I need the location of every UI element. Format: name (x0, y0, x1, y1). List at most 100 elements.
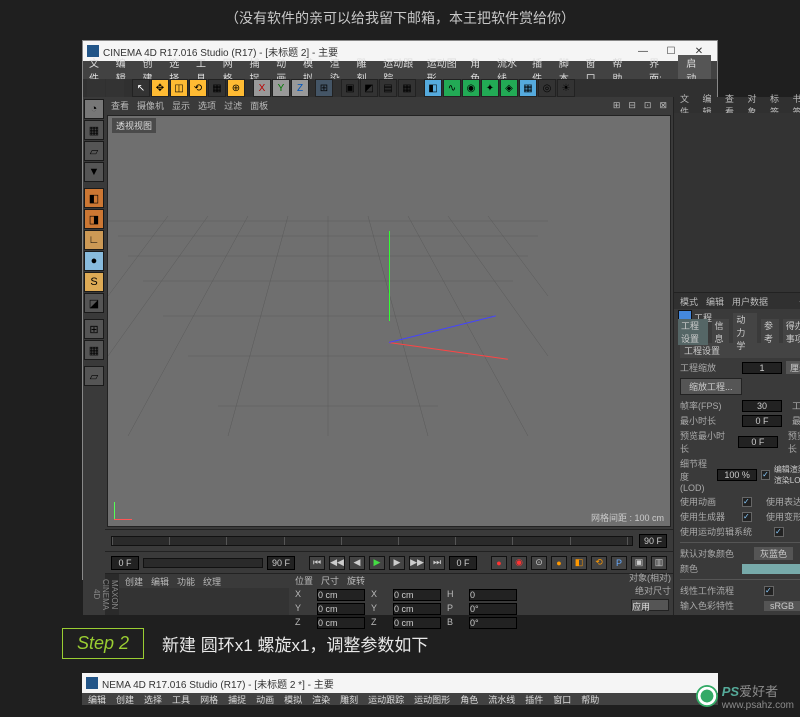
poly-mode[interactable]: ◪ (84, 293, 104, 313)
edge-mode[interactable]: S (84, 272, 104, 292)
key-scale-button[interactable]: ◧ (571, 556, 587, 570)
render-view-button[interactable]: ▣ (341, 79, 359, 97)
record-button[interactable]: ● (491, 556, 507, 570)
axis-mode[interactable]: ∟ (84, 230, 104, 250)
snap-toggle[interactable]: ⊞ (84, 319, 104, 339)
prop-tab[interactable]: 得办事项 (783, 319, 800, 345)
point-mode[interactable]: ● (84, 251, 104, 271)
prevmin-field[interactable] (738, 436, 778, 448)
inputprofile-dropdown[interactable]: sRGB (764, 601, 800, 611)
material-manager[interactable] (119, 588, 289, 615)
model-mode[interactable]: ◧ (84, 188, 104, 208)
coord-y[interactable] (317, 603, 365, 615)
menu-item[interactable]: 运动跟踪 (368, 693, 404, 706)
rot-b[interactable] (469, 617, 517, 629)
size-x[interactable] (393, 589, 441, 601)
goto-start-button[interactable]: ⏮ (309, 556, 325, 570)
prop-tab[interactable]: 工程设置 (678, 319, 708, 345)
apply-button[interactable]: 应用 (631, 599, 669, 611)
viewport-nav-icon[interactable]: ⊡ (644, 100, 652, 111)
next-frame-button[interactable]: ▶ (389, 556, 405, 570)
current-frame-field[interactable] (449, 556, 477, 570)
view-tab[interactable]: 查看 (111, 99, 129, 112)
coord-x[interactable] (317, 589, 365, 601)
workplane-button[interactable]: ▱ (84, 366, 104, 386)
timeline-track[interactable] (105, 529, 673, 551)
coord-z[interactable] (317, 617, 365, 629)
coord-system-button[interactable]: ⊞ (315, 79, 333, 97)
menu-item[interactable]: 创建 (116, 693, 134, 706)
menu-item[interactable]: 角色 (460, 693, 478, 706)
range-end-field[interactable] (267, 556, 295, 570)
defcolor-dropdown[interactable]: 灰蓝色 (754, 547, 793, 560)
color-swatch[interactable] (742, 564, 800, 574)
axis-y-toggle[interactable]: Y (272, 79, 290, 97)
menu-item[interactable]: 模拟 (284, 693, 302, 706)
coord-tab[interactable]: 旋转 (347, 574, 365, 587)
coord-tab[interactable]: 位置 (295, 574, 313, 587)
play-button[interactable]: ▶ (369, 556, 385, 570)
prev-key-button[interactable]: ◀◀ (329, 556, 345, 570)
select-tool[interactable]: ↖ (132, 79, 150, 97)
mat-tab[interactable]: 功能 (177, 575, 195, 588)
render-settings-button[interactable]: ▦ (398, 79, 416, 97)
range-start-field[interactable] (111, 556, 139, 570)
scale-tool[interactable]: ◫ (170, 79, 188, 97)
view-tab[interactable]: 选项 (198, 99, 216, 112)
key-pla-button[interactable]: ▣ (631, 556, 647, 570)
render-pv-button[interactable]: ▤ (379, 79, 397, 97)
spline-button[interactable]: ∿ (443, 79, 461, 97)
viewport-nav-icon[interactable]: ⊠ (659, 100, 667, 111)
goto-end-button[interactable]: ⏭ (429, 556, 445, 570)
menu-item[interactable]: 流水线 (488, 693, 515, 706)
menu-item[interactable]: 工具 (172, 693, 190, 706)
useanim-checkbox[interactable] (742, 497, 752, 507)
viewport-nav-icon[interactable]: ⊟ (628, 100, 636, 111)
coord-mode-dropdown[interactable]: 对象(相对) (629, 571, 671, 584)
key-rot-button[interactable]: ⟲ (591, 556, 607, 570)
nurbs-button[interactable]: ◉ (462, 79, 480, 97)
texture-tool[interactable]: ▦ (84, 120, 104, 140)
menu-item[interactable]: 插件 (525, 693, 543, 706)
rot-p[interactable] (469, 603, 517, 615)
view-tab[interactable]: 面板 (250, 99, 268, 112)
prop-tab[interactable]: 信息 (712, 319, 730, 345)
lock-button[interactable]: ⊕ (227, 79, 245, 97)
range-slider[interactable] (143, 558, 263, 568)
lasttool-button[interactable]: ▦ (208, 79, 226, 97)
rot-h[interactable] (469, 589, 517, 601)
cube-button[interactable]: ◧ (424, 79, 442, 97)
linear-checkbox[interactable] (764, 586, 774, 596)
usemotion-checkbox[interactable] (774, 527, 784, 537)
view-tab[interactable]: 摄像机 (137, 99, 164, 112)
environment-button[interactable]: ▦ (519, 79, 537, 97)
menu-item[interactable]: 渲染 (312, 693, 330, 706)
render-region-button[interactable]: ◩ (360, 79, 378, 97)
menu-item[interactable]: 网格 (200, 693, 218, 706)
snap-settings[interactable]: ▦ (84, 340, 104, 360)
menu-item[interactable]: 运动图形 (414, 693, 450, 706)
size-mode-dropdown[interactable]: 绝对尺寸 (635, 584, 671, 597)
mintime-field[interactable] (742, 415, 782, 427)
next-key-button[interactable]: ▶▶ (409, 556, 425, 570)
viewport-3d[interactable]: 透视视图 (107, 115, 671, 527)
key-pos-button[interactable]: ● (551, 556, 567, 570)
camera-button[interactable]: ◎ (538, 79, 556, 97)
attr-tab[interactable]: 编辑 (706, 295, 724, 308)
prev-frame-button[interactable]: ◀ (349, 556, 365, 570)
attr-tab[interactable]: 用户数据 (732, 295, 768, 308)
keyframe-selection-button[interactable]: ⊙ (531, 556, 547, 570)
scale-field[interactable] (742, 362, 782, 374)
lod-checkbox[interactable] (761, 470, 770, 480)
light-button[interactable]: ☀ (557, 79, 575, 97)
view-tab[interactable]: 过滤 (224, 99, 242, 112)
menu-item[interactable]: 动画 (256, 693, 274, 706)
view-tab[interactable]: 显示 (172, 99, 190, 112)
move-tool[interactable]: ✥ (151, 79, 169, 97)
menu-item[interactable]: 捕捉 (228, 693, 246, 706)
prop-tab[interactable]: 动力学 (733, 313, 757, 352)
make-editable-button[interactable]: ▼ (84, 162, 104, 182)
autokey-button[interactable]: ◉ (511, 556, 527, 570)
prop-tab[interactable]: 参考 (761, 319, 779, 345)
coord-tab[interactable]: 尺寸 (321, 574, 339, 587)
